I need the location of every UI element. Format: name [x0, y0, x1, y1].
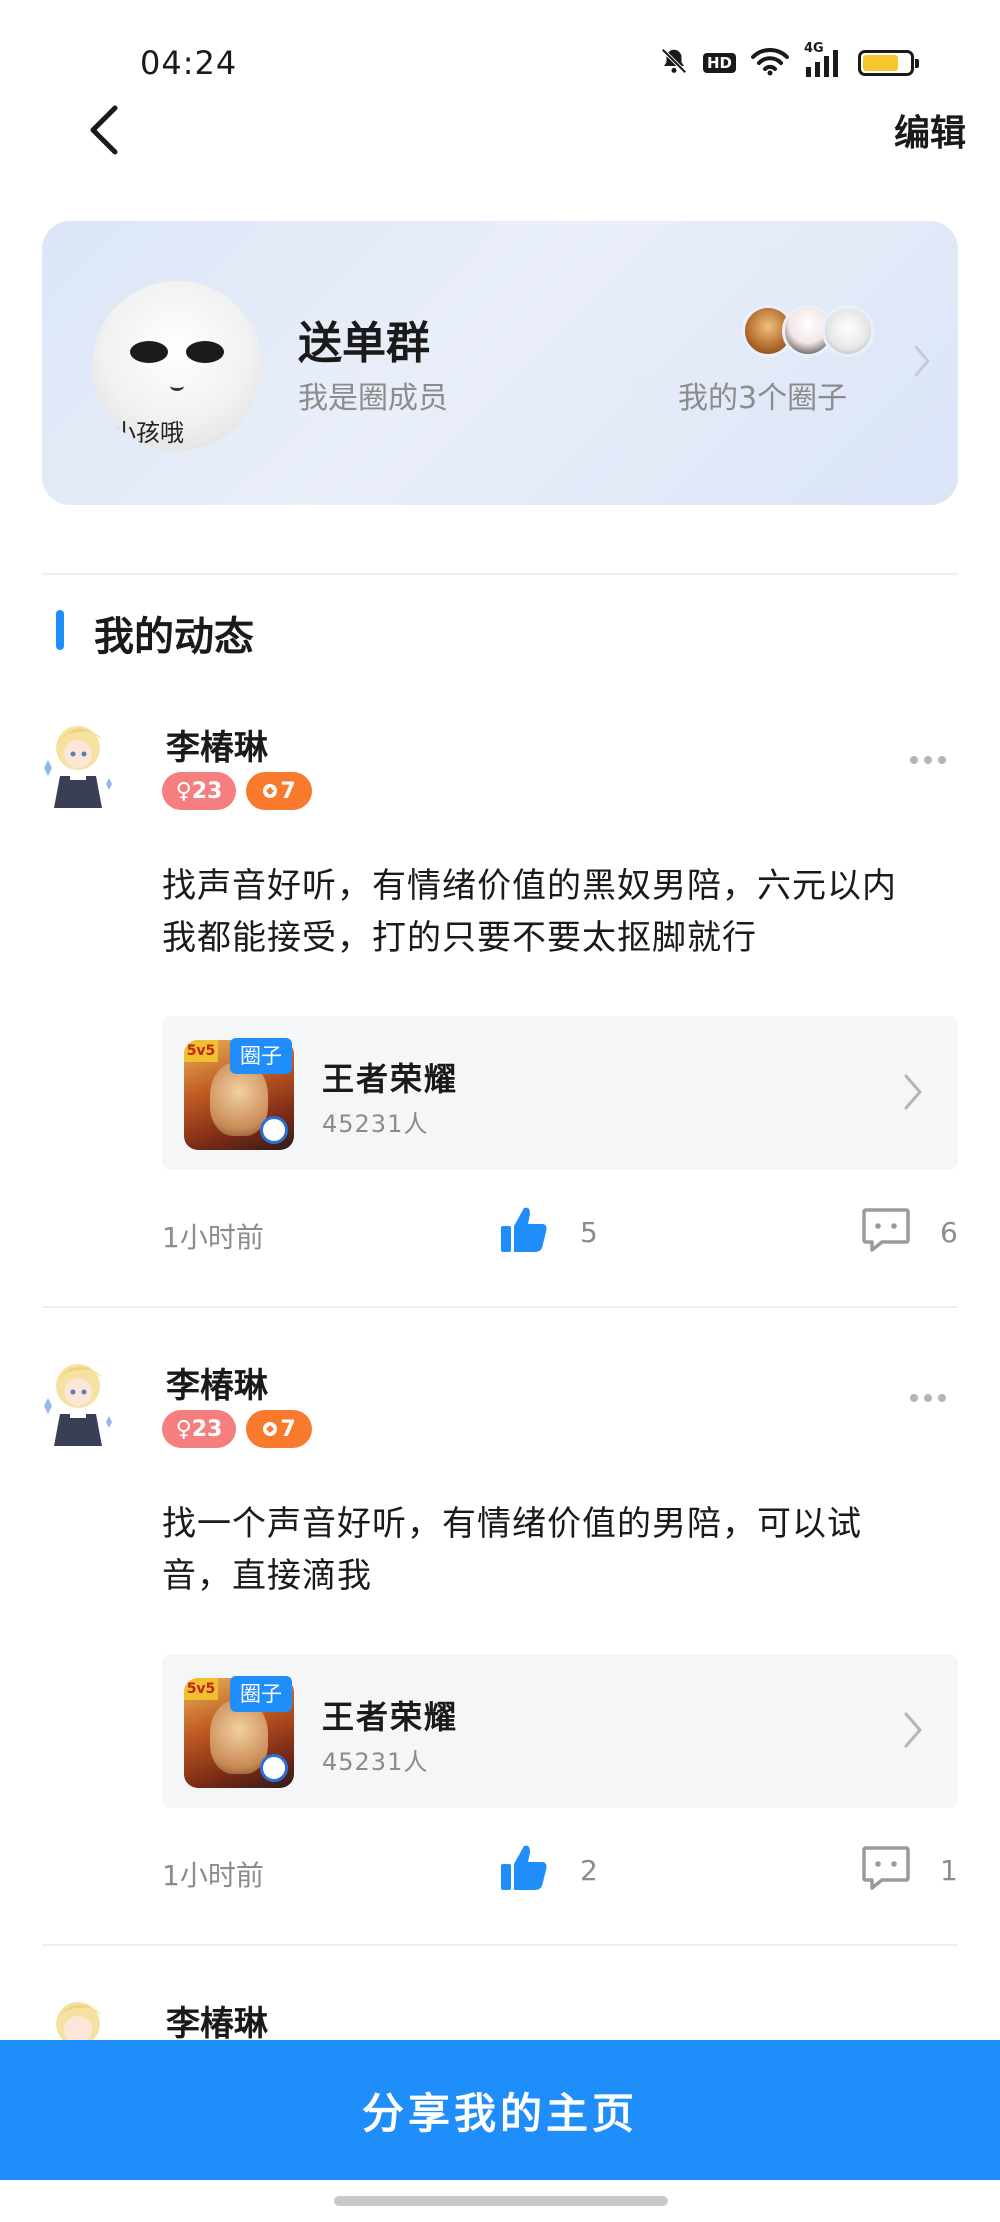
- bell-off-icon: [659, 46, 689, 80]
- comment-count: 6: [940, 1216, 958, 1249]
- battery-fill: [863, 55, 898, 71]
- section-accent-bar: [56, 610, 64, 650]
- level-badge: 7: [246, 1410, 312, 1448]
- gender-age-badge: ♀23: [162, 1410, 236, 1448]
- home-indicator: [334, 2196, 668, 2206]
- profile-page: 04:24 HD 4G 编辑 小孩哦 送单群 我是圈成员 我的3个圈子 我的动态…: [0, 0, 1000, 2222]
- level-badge: 7: [246, 772, 312, 810]
- circle-name: 王者荣耀: [322, 1060, 459, 1098]
- like-count: 5: [580, 1216, 598, 1249]
- more-options-icon[interactable]: [910, 1394, 946, 1402]
- circle-avatars: [742, 305, 874, 357]
- group-name: 送单群: [298, 318, 430, 369]
- circle-card[interactable]: 5v5 圈子 王者荣耀 45231人: [162, 1016, 958, 1170]
- group-avatar: 小孩哦: [92, 281, 262, 451]
- status-icons: HD 4G: [659, 41, 919, 80]
- thumbs-up-icon[interactable]: [498, 1842, 550, 1898]
- author-avatar[interactable]: [36, 716, 128, 816]
- post-author[interactable]: 李椿琳: [166, 1358, 268, 1407]
- comment-icon[interactable]: [860, 1204, 912, 1260]
- post-time: 1小时前: [162, 1859, 264, 1892]
- my-circles-link[interactable]: 我的3个圈子: [678, 373, 847, 417]
- user-badges: ♀23 7: [162, 772, 312, 810]
- chevron-right-icon: [902, 1072, 924, 1116]
- circle-avatar: [822, 305, 874, 357]
- diamond-icon: [263, 784, 278, 798]
- circle-tag: 圈子: [230, 1676, 292, 1712]
- circle-card[interactable]: 5v5 圈子 王者荣耀 45231人: [162, 1654, 958, 1808]
- divider: [42, 573, 958, 575]
- divider: [42, 1306, 958, 1308]
- circle-members: 45231人: [322, 1748, 429, 1776]
- circle-tag: 圈子: [230, 1038, 292, 1074]
- divider: [42, 1944, 958, 1946]
- wifi-icon: [750, 46, 790, 80]
- group-card[interactable]: 小孩哦 送单群 我是圈成员 我的3个圈子: [42, 221, 958, 505]
- chevron-right-icon: [912, 343, 932, 383]
- battery-icon: [858, 50, 919, 76]
- back-chevron-icon: [90, 105, 118, 155]
- thumbs-up-icon[interactable]: [498, 1204, 550, 1260]
- circle-members: 45231人: [322, 1110, 429, 1138]
- comment-icon[interactable]: [860, 1842, 912, 1898]
- gender-age-badge: ♀23: [162, 772, 236, 810]
- post-content: 找声音好听，有情绪价值的黑奴男陪，六元以内我都能接受，打的只要不要太抠脚就行: [162, 866, 897, 958]
- post-item[interactable]: 李椿琳 ♀23 7 找一个声音好听，有情绪价值的男陪，可以试音，直接滴我 5v5…: [0, 1354, 1000, 1994]
- group-avatar-caption: 小孩哦: [112, 419, 184, 447]
- comment-count: 1: [940, 1854, 958, 1887]
- signal-icon: 4G: [804, 41, 844, 79]
- post-time: 1小时前: [162, 1221, 264, 1254]
- back-button[interactable]: [78, 100, 128, 160]
- group-role: 我是圈成员: [298, 381, 448, 416]
- status-bar: 04:24 HD 4G: [0, 0, 1000, 90]
- edit-button[interactable]: 编辑: [894, 104, 966, 156]
- chevron-right-icon: [902, 1710, 924, 1754]
- post-item[interactable]: 李椿琳 ♀23 7 找声音好听，有情绪价值的黑奴男陪，六元以内我都能接受，打的只…: [0, 716, 1000, 1356]
- like-count: 2: [580, 1854, 598, 1887]
- status-time: 04:24: [140, 44, 238, 82]
- diamond-icon: [263, 1422, 278, 1436]
- hd-icon: HD: [702, 53, 736, 73]
- section-title: 我的动态: [94, 614, 254, 660]
- more-options-icon[interactable]: [910, 756, 946, 764]
- user-badges: ♀23 7: [162, 1410, 312, 1448]
- post-author[interactable]: 李椿琳: [166, 1996, 268, 2045]
- post-content: 找一个声音好听，有情绪价值的男陪，可以试音，直接滴我: [162, 1504, 862, 1596]
- share-homepage-button[interactable]: 分享我的主页: [0, 2040, 1000, 2180]
- post-author[interactable]: 李椿琳: [166, 720, 268, 769]
- level-value: 7: [280, 778, 296, 804]
- author-avatar[interactable]: [36, 1354, 128, 1454]
- circle-name: 王者荣耀: [322, 1698, 459, 1736]
- level-value: 7: [280, 1416, 296, 1442]
